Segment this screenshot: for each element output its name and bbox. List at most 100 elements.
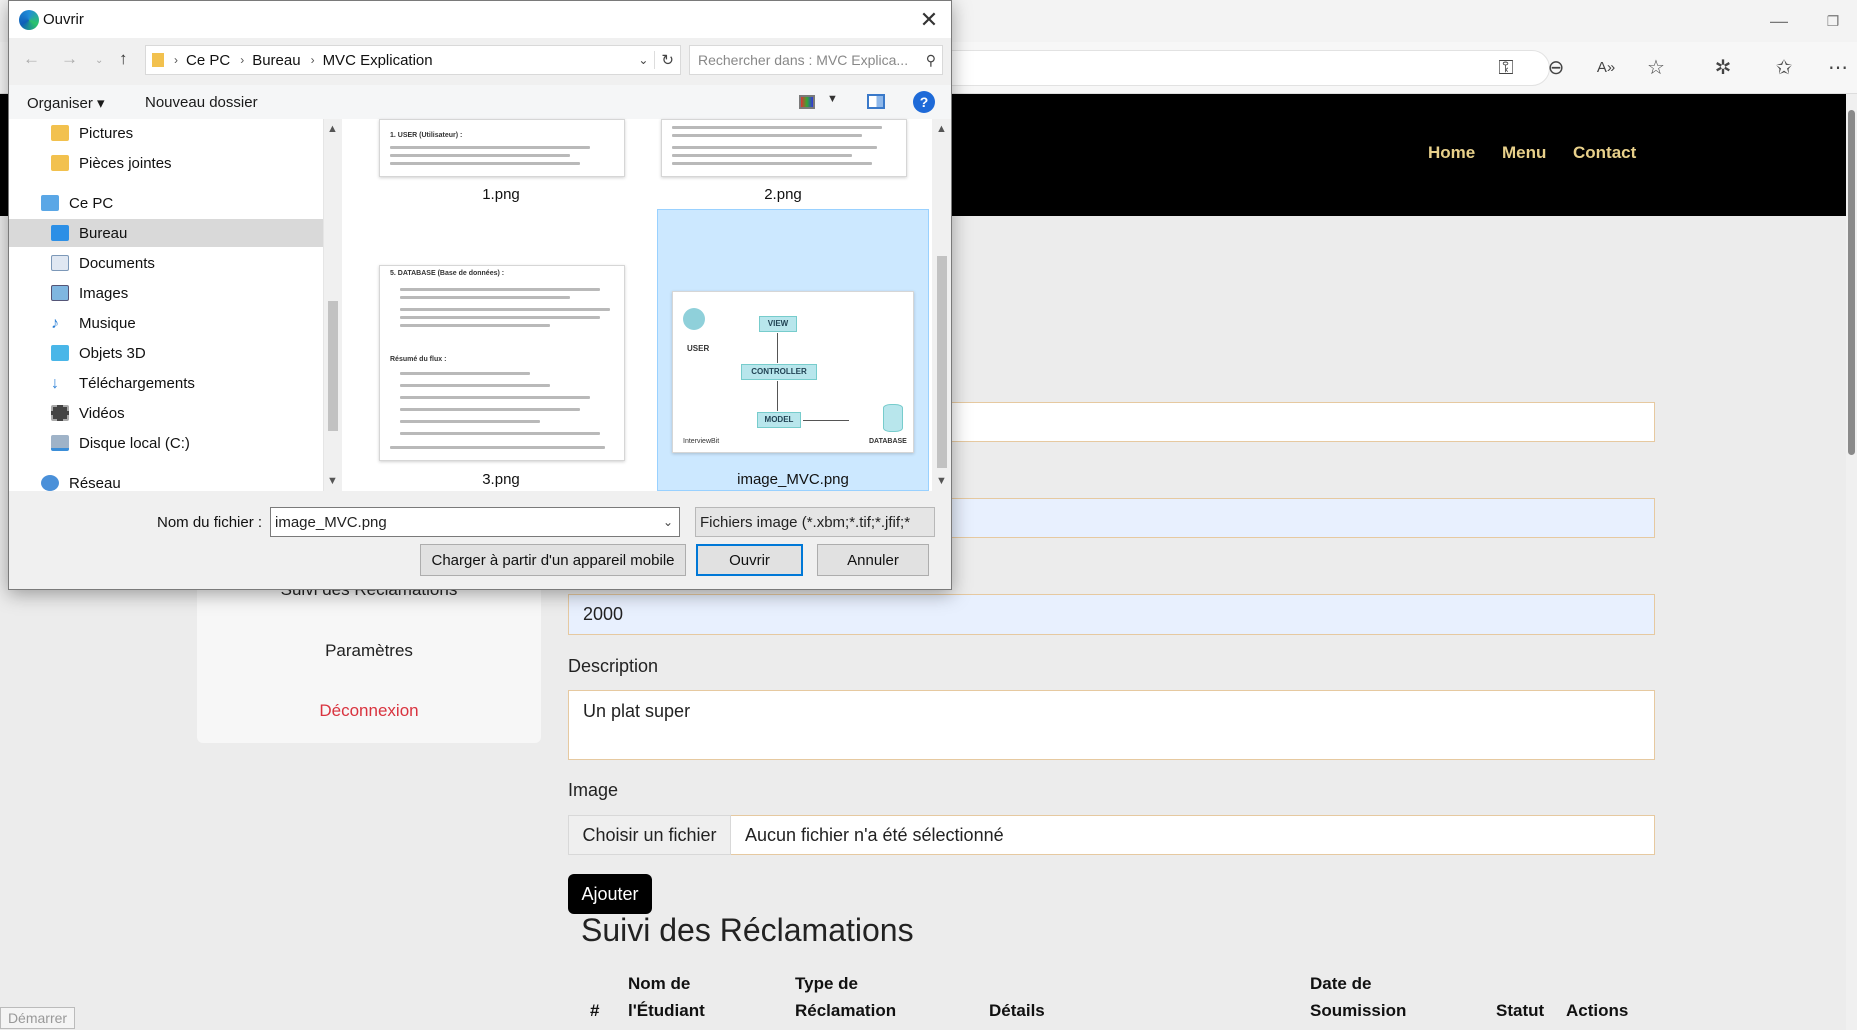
thumb-text-line xyxy=(400,384,550,387)
favorite-star-icon[interactable]: ☆ xyxy=(1640,52,1672,84)
nav-item-videos[interactable]: Vidéos xyxy=(9,399,323,427)
search-input[interactable]: Rechercher dans : MVC Explica... ⚲ xyxy=(689,45,943,75)
zoom-out-icon[interactable]: ⊖ xyxy=(1540,52,1572,84)
view-mode-icon[interactable] xyxy=(799,95,815,109)
breadcrumb-item-folder[interactable]: MVC Explication xyxy=(323,52,433,69)
thumb-text-line xyxy=(400,316,600,319)
chevron-right-icon: › xyxy=(174,53,178,67)
upload-from-mobile-button[interactable]: Charger à partir d'un appareil mobile xyxy=(420,544,686,576)
thumb-text-line xyxy=(400,296,570,299)
dialog-titlebar xyxy=(9,1,951,38)
sidebar-item-logout[interactable]: Déconnexion xyxy=(197,701,541,721)
key-icon[interactable]: ⚿ xyxy=(1490,52,1522,84)
scroll-down-icon[interactable]: ▼ xyxy=(936,475,947,487)
restore-icon[interactable]: ❐ xyxy=(1818,8,1848,34)
section-title: Suivi des Réclamations xyxy=(581,912,914,948)
nav-menu[interactable]: Menu xyxy=(1502,143,1546,163)
organize-menu[interactable]: Organiser ▾ xyxy=(27,94,105,112)
nav-item-desktop[interactable]: Bureau xyxy=(9,219,323,247)
price-field[interactable]: 2000 xyxy=(568,594,1655,635)
thumb-text-line xyxy=(390,162,580,165)
file-name-2[interactable]: 2.png xyxy=(663,186,903,203)
chevron-down-icon[interactable]: ⌄ xyxy=(663,515,673,529)
read-aloud-icon[interactable]: A» xyxy=(1590,52,1622,84)
extensions-icon[interactable]: ✲ xyxy=(1707,52,1739,84)
file-name-mvc[interactable]: image_MVC.png xyxy=(673,471,913,488)
dialog-title: Ouvrir xyxy=(43,11,84,28)
nav-item-3d-objects[interactable]: Objets 3D xyxy=(9,339,323,367)
preview-pane-icon[interactable] xyxy=(867,94,885,109)
nav-item-documents[interactable]: Documents xyxy=(9,249,323,277)
start-button[interactable]: Démarrer xyxy=(0,1007,75,1029)
music-icon: ♪ xyxy=(51,315,59,332)
more-menu-icon[interactable]: ⋯ xyxy=(1822,52,1854,84)
description-textarea[interactable]: Un plat super xyxy=(568,690,1655,760)
filename-input[interactable]: image_MVC.png ⌄ xyxy=(270,507,680,537)
database-icon xyxy=(883,404,903,432)
file-status-text: Aucun fichier n'a été sélectionné xyxy=(731,815,1655,855)
new-folder-button[interactable]: Nouveau dossier xyxy=(145,94,258,111)
file-list-scrollbar-thumb[interactable] xyxy=(937,256,947,468)
thumbnail-mvc[interactable]: USER VIEW CONTROLLER MODEL DATABASE Inte… xyxy=(672,291,914,453)
user-icon xyxy=(683,308,705,330)
nav-item-images[interactable]: Images xyxy=(9,279,323,307)
nav-contact[interactable]: Contact xyxy=(1573,143,1636,163)
file-name-3[interactable]: 3.png xyxy=(381,471,621,488)
table-header-details: Détails xyxy=(989,1001,1045,1020)
sidebar-item-settings[interactable]: Paramètres xyxy=(197,641,541,661)
file-name-1[interactable]: 1.png xyxy=(381,186,621,203)
nav-item-local-disk[interactable]: Disque local (C:) xyxy=(9,429,323,457)
nav-item-attachments[interactable]: Pièces jointes xyxy=(9,149,323,177)
nav-item-this-pc[interactable]: Ce PC xyxy=(9,189,323,217)
thumbnail-2[interactable] xyxy=(661,119,907,177)
scroll-down-icon[interactable]: ▼ xyxy=(327,475,338,487)
download-icon: ↓ xyxy=(51,375,59,392)
thumb-text-line xyxy=(672,134,862,137)
breadcrumb-item-desktop[interactable]: Bureau xyxy=(252,52,300,69)
nav-item-label: Documents xyxy=(79,254,155,272)
scroll-up-icon[interactable]: ▲ xyxy=(327,123,338,135)
forward-arrow-icon[interactable]: → xyxy=(61,49,78,69)
description-label: Description xyxy=(568,656,659,676)
scroll-up-icon[interactable]: ▲ xyxy=(936,123,947,135)
address-bar[interactable] xyxy=(900,50,1550,86)
breadcrumb-item-pc[interactable]: Ce PC xyxy=(186,52,230,69)
chevron-down-icon[interactable]: ⌄ xyxy=(638,53,648,67)
nav-pane-scrollbar-thumb[interactable] xyxy=(328,301,338,431)
images-icon xyxy=(51,285,69,301)
help-icon[interactable]: ? xyxy=(913,91,935,113)
nav-item-label: Réseau xyxy=(69,474,121,492)
thumb-text-line xyxy=(400,420,540,423)
cancel-button[interactable]: Annuler xyxy=(817,544,929,576)
nav-item-pictures[interactable]: Pictures xyxy=(9,119,323,147)
arrow-connector xyxy=(803,420,849,421)
thumbnail-1[interactable]: 1. USER (Utilisateur) : xyxy=(379,119,625,177)
back-arrow-icon[interactable]: ← xyxy=(23,49,40,69)
recent-chevron-icon[interactable]: ⌄ xyxy=(95,55,103,66)
chevron-down-icon[interactable]: ▼ xyxy=(827,93,838,105)
choose-file-button[interactable]: Choisir un fichier xyxy=(568,815,731,855)
mvc-controller-box: CONTROLLER xyxy=(741,364,817,380)
file-type-select[interactable]: Fichiers image (*.xbm;*.tif;*.jfif;* xyxy=(695,507,935,537)
folder-icon xyxy=(51,155,69,171)
open-button[interactable]: Ouvrir xyxy=(696,544,803,576)
drive-icon xyxy=(51,435,69,451)
favorites-icon[interactable]: ✩ xyxy=(1768,52,1800,84)
thumbnail-3[interactable]: 5. DATABASE (Base de données) : Résumé d… xyxy=(379,265,625,461)
nav-home[interactable]: Home xyxy=(1428,143,1475,163)
refresh-icon[interactable]: ↻ xyxy=(654,51,674,69)
up-arrow-icon[interactable]: ↑ xyxy=(119,49,128,69)
add-button[interactable]: Ajouter xyxy=(568,874,652,914)
thumb-text-line xyxy=(400,432,600,435)
minimize-icon[interactable]: — xyxy=(1764,8,1794,34)
nav-item-network[interactable]: Réseau xyxy=(9,469,323,492)
breadcrumb[interactable]: › Ce PC › Bureau › MVC Explication ⌄ ↻ xyxy=(145,45,681,75)
thumb-text-line xyxy=(400,308,610,311)
chevron-right-icon: › xyxy=(310,53,315,67)
close-icon[interactable]: ✕ xyxy=(915,7,943,33)
thumb-text-line xyxy=(672,162,872,165)
nav-item-music[interactable]: ♪ Musique xyxy=(9,309,323,337)
file-type-value: Fichiers image (*.xbm;*.tif;*.jfif;* xyxy=(700,513,911,531)
nav-item-downloads[interactable]: ↓ Téléchargements xyxy=(9,369,323,397)
page-scrollbar-thumb[interactable] xyxy=(1848,110,1855,455)
